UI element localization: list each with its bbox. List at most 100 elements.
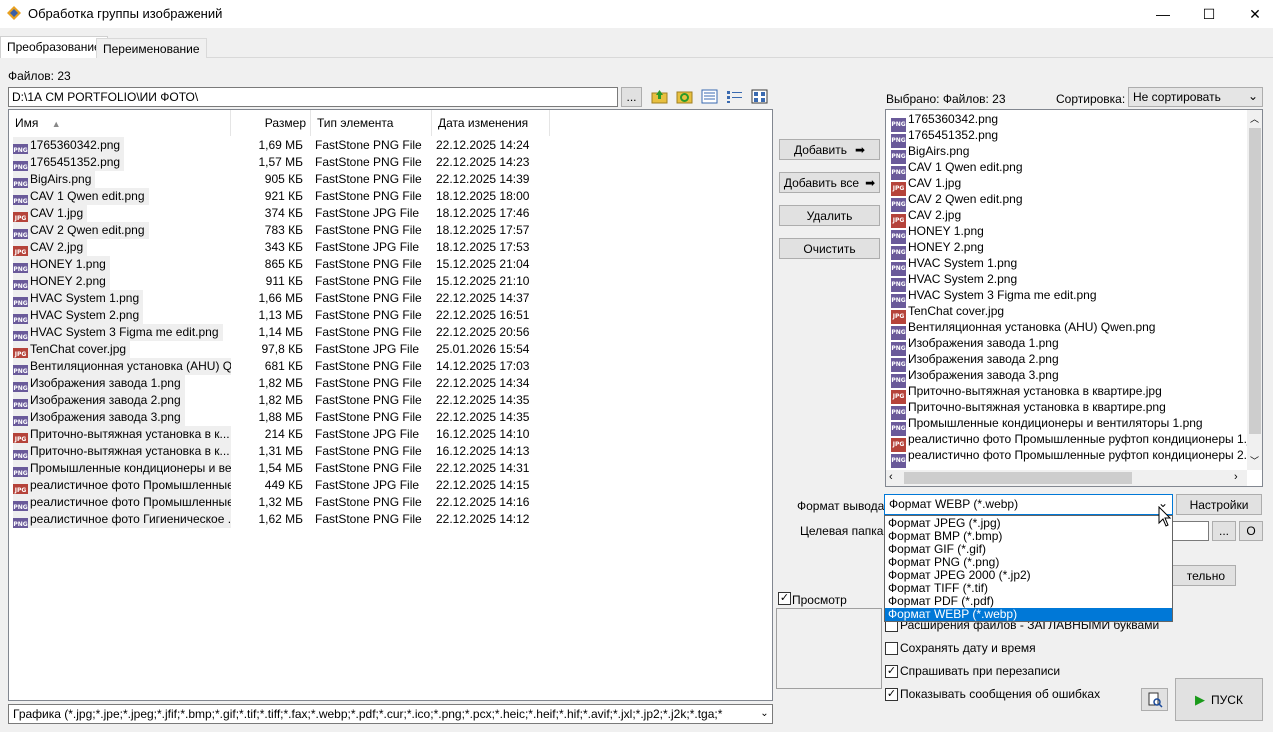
target-open-button[interactable]: О <box>1239 521 1263 541</box>
chevron-down-icon[interactable]: ⌄ <box>757 705 772 723</box>
list-item[interactable]: PNG HVAC System 2.png <box>891 271 1017 292</box>
list-item[interactable]: JPG реалистично фото Промышленные руфтоп … <box>891 431 1262 452</box>
play-icon: ▶ <box>1195 691 1206 707</box>
file-list[interactable]: Имя ▲ Размер Тип элемента Дата изменения… <box>8 109 773 701</box>
column-name[interactable]: Имя ▲ <box>9 110 231 136</box>
list-item[interactable]: PNG HONEY 2.png <box>891 239 984 260</box>
target-folder-input[interactable] <box>1170 521 1209 541</box>
list-item[interactable]: PNG BigAirs.png <box>891 143 969 164</box>
table-row[interactable]: JPG реалистичное фото Промышленные ... 449… <box>9 477 769 494</box>
refresh-folder-icon[interactable] <box>676 89 693 104</box>
file-name: реалистичное фото Промышленные ... <box>30 495 231 509</box>
table-row[interactable]: PNG HVAC System 3 Figma me edit.png 1,14 М… <box>9 324 769 341</box>
option-checkbox[interactable]: ✓ <box>885 688 898 701</box>
clear-button[interactable]: Очистить <box>779 238 880 259</box>
list-item[interactable]: PNG 1765360342.png <box>891 111 998 132</box>
minimize-button[interactable]: — <box>1140 0 1186 28</box>
advanced-button[interactable]: тельно <box>1170 565 1236 586</box>
close-button[interactable]: ✕ <box>1232 0 1273 28</box>
column-size[interactable]: Размер <box>231 110 311 136</box>
table-row[interactable]: PNG CAV 1 Qwen edit.png 921 КБ FastStone PN… <box>9 188 769 205</box>
target-browse-button[interactable]: ... <box>1212 521 1236 541</box>
list-item[interactable]: PNG Промышленные кондиционеры и вентилято… <box>891 415 1203 436</box>
list-item[interactable]: PNG Вентиляционная установка (AHU) Qwen.p… <box>891 319 1156 340</box>
table-row[interactable]: JPG CAV 2.jpg 343 КБ FastStone JPG File 18.1… <box>9 239 769 256</box>
table-row[interactable]: PNG CAV 2 Qwen edit.png 783 КБ FastStone PN… <box>9 222 769 239</box>
list-item[interactable]: JPG TenChat cover.jpg <box>891 303 1004 324</box>
vertical-scrollbar[interactable]: ︿ ﹀ <box>1247 110 1262 470</box>
table-row[interactable]: PNG Изображения завода 3.png 1,88 МБ FastSt… <box>9 409 769 426</box>
table-row[interactable]: PNG Промышленные кондиционеры и ве... 1,54… <box>9 460 769 477</box>
scroll-right-icon[interactable]: › <box>1234 471 1238 483</box>
column-type[interactable]: Тип элемента <box>311 110 432 136</box>
list-item[interactable]: JPG CAV 2.jpg <box>891 207 961 228</box>
tab-convert[interactable]: Преобразование <box>0 36 108 58</box>
selected-files-list[interactable]: PNG 1765360342.png PNG 1765451352.png PNG Big… <box>885 109 1263 487</box>
list-item[interactable]: PNG Изображения завода 2.png <box>891 351 1059 372</box>
output-format-dropdown[interactable]: Формат JPEG (*.jpg) Формат BMP (*.bmp) Фор… <box>884 515 1173 622</box>
remove-button[interactable]: Удалить <box>779 205 880 226</box>
preview-checkbox[interactable]: ✓ <box>778 592 791 605</box>
file-date: 16.12.2025 14:10 <box>436 427 530 441</box>
table-row[interactable]: JPG Приточно-вытяжная установка в к... 214… <box>9 426 769 443</box>
list-item[interactable]: PNG Приточно-вытяжная установка в квартир… <box>891 399 1166 420</box>
settings-button[interactable]: Настройки <box>1176 494 1262 515</box>
list-item[interactable]: PNG реалистично фото Промышленные руфтоп … <box>891 447 1262 468</box>
table-row[interactable]: PNG Вентиляционная установка (AHU) Q... 68… <box>9 358 769 375</box>
list-item[interactable]: PNG HVAC System 1.png <box>891 255 1017 276</box>
hscroll-thumb[interactable] <box>904 472 1132 484</box>
table-row[interactable]: PNG HVAC System 1.png 1,66 МБ FastStone PNG… <box>9 290 769 307</box>
list-item[interactable]: PNG 1765451352.png <box>891 127 998 148</box>
list-item[interactable]: PNG CAV 1 Qwen edit.png <box>891 159 1023 180</box>
table-row[interactable]: JPG CAV 1.jpg 374 КБ FastStone JPG File 18.1… <box>9 205 769 222</box>
horizontal-scrollbar[interactable]: ‹ › <box>886 470 1247 486</box>
output-format-select[interactable]: Формат WEBP (*.webp) ⌄ <box>884 494 1173 515</box>
title-bar: Обработка группы изображений — ☐ ✕ <box>0 0 1273 28</box>
list-item[interactable]: PNG CAV 2 Qwen edit.png <box>891 191 1023 212</box>
file-date: 22.12.2025 16:51 <box>436 308 530 322</box>
folder-up-icon[interactable] <box>651 89 668 104</box>
table-row[interactable]: PNG HONEY 1.png 865 КБ FastStone PNG File 15… <box>9 256 769 273</box>
list-item[interactable]: PNG Изображения завода 1.png <box>891 335 1059 356</box>
list-view-icon[interactable] <box>726 89 743 104</box>
list-item[interactable]: PNG Изображения завода 3.png <box>891 367 1059 388</box>
table-row[interactable]: PNG HVAC System 2.png 1,13 МБ FastStone PNG… <box>9 307 769 324</box>
scroll-thumb[interactable] <box>1249 128 1261 434</box>
table-row[interactable]: PNG Изображения завода 1.png 1,82 МБ FastSt… <box>9 375 769 392</box>
option-checkbox[interactable]: ✓ <box>885 665 898 678</box>
table-row[interactable]: PNG реалистичное фото Промышленные ... 1,3… <box>9 494 769 511</box>
format-option[interactable]: Формат WEBP (*.webp) <box>885 608 1172 621</box>
run-button[interactable]: ▶ ПУСК <box>1175 678 1263 721</box>
table-row[interactable]: PNG HONEY 2.png 911 КБ FastStone PNG File 15… <box>9 273 769 290</box>
browse-folder-button[interactable]: ... <box>621 87 642 107</box>
details-view-icon[interactable] <box>701 89 718 104</box>
option-checkbox[interactable] <box>885 642 898 655</box>
folder-path-input[interactable]: D:\1А СМ PORTFOLIO\ИИ ФОТО\ <box>8 87 618 107</box>
maximize-button[interactable]: ☐ <box>1186 0 1232 28</box>
table-row[interactable]: PNG Приточно-вытяжная установка в к... 1,3… <box>9 443 769 460</box>
list-item[interactable]: JPG Приточно-вытяжная установка в квартир… <box>891 383 1162 404</box>
sort-select[interactable]: Не сортировать ⌄ <box>1128 87 1263 107</box>
add-button[interactable]: Добавить ➡ <box>779 139 880 160</box>
table-row[interactable]: PNG Изображения завода 2.png 1,82 МБ FastSt… <box>9 392 769 409</box>
add-all-button[interactable]: Добавить все ➡ <box>779 172 880 193</box>
table-row[interactable]: PNG 1765451352.png 1,57 МБ FastStone PNG Fi… <box>9 154 769 171</box>
list-item[interactable]: PNG HVAC System 3 Figma me edit.png <box>891 287 1097 308</box>
preview-file-button[interactable] <box>1141 688 1168 711</box>
table-row[interactable]: PNG BigAirs.png 905 КБ FastStone PNG File 22… <box>9 171 769 188</box>
thumbnail-view-icon[interactable] <box>751 89 768 104</box>
list-item[interactable]: PNG HONEY 1.png <box>891 223 984 244</box>
file-name: CAV 1.jpg <box>30 206 84 220</box>
table-row[interactable]: PNG 1765360342.png 1,69 МБ FastStone PNG Fi… <box>9 137 769 154</box>
file-size: 343 КБ <box>264 240 303 254</box>
table-row[interactable]: JPG TenChat cover.jpg 97,8 КБ FastStone JPG… <box>9 341 769 358</box>
tab-rename[interactable]: Переименование <box>96 38 207 58</box>
table-row[interactable]: PNG реалистичное фото Гигиеническое ... 1,… <box>9 511 769 528</box>
file-filter-select[interactable]: Графика (*.jpg;*.jpe;*.jpeg;*.jfif;*.bmp… <box>8 704 773 724</box>
selected-file-name: Вентиляционная установка (AHU) Qwen.png <box>908 320 1156 334</box>
column-date[interactable]: Дата изменения <box>432 110 550 136</box>
scroll-up-icon[interactable]: ︿ <box>1250 112 1259 125</box>
scroll-left-icon[interactable]: ‹ <box>889 471 893 483</box>
scroll-down-icon[interactable]: ﹀ <box>1250 454 1259 467</box>
list-item[interactable]: JPG CAV 1.jpg <box>891 175 961 196</box>
